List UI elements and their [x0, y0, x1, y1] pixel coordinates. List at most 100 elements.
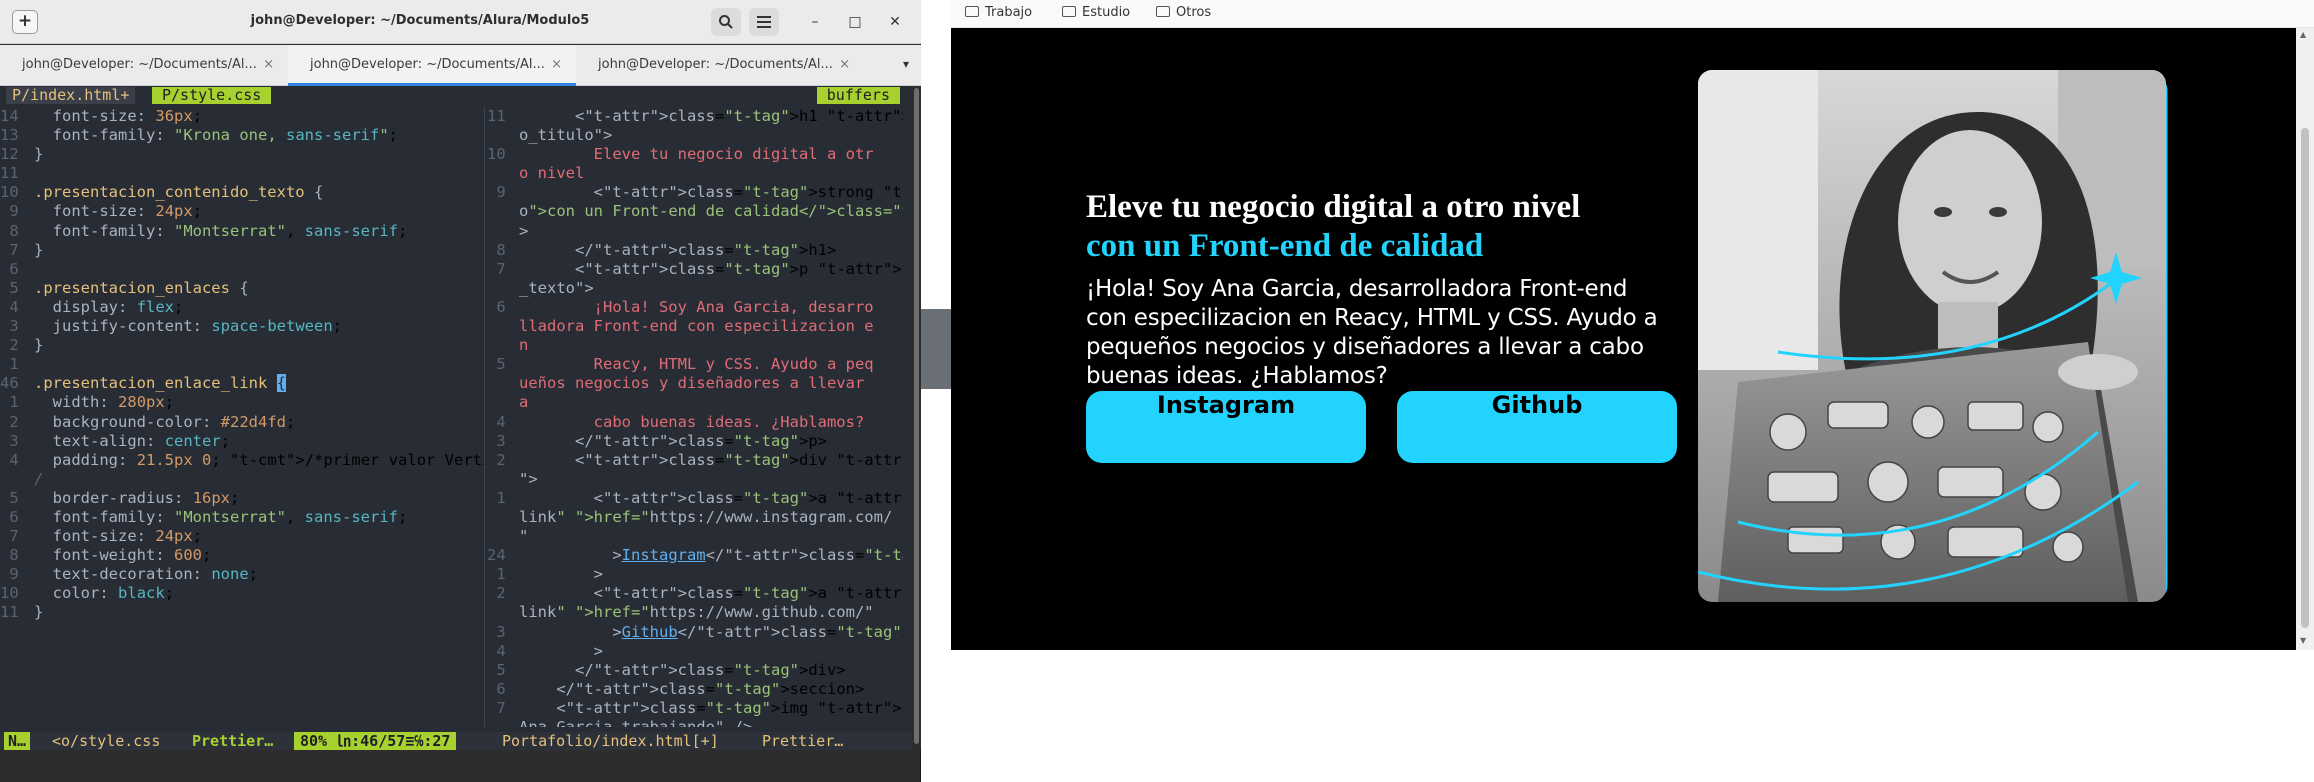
- bookmark-label: Otros: [1176, 5, 1212, 20]
- code-line: 7 <"t-attr">class="t-tag">img "t-attr">s…: [487, 698, 903, 717]
- vim-statusline: N… <o/style.css Prettier… 80% ㏑:46/57≡℅:…: [0, 732, 912, 750]
- code-line: 5 .presentacion_enlaces {: [0, 278, 249, 297]
- terminal-window: + john@Developer: ~/Documents/Alura/Modu…: [0, 0, 921, 782]
- code-line: 8 font-weight: 600;: [0, 546, 212, 565]
- code-line: 6 </"t-attr">class="t-tag">seccion>: [487, 679, 865, 698]
- vim-tab-style[interactable]: P/style.css: [152, 87, 272, 104]
- code-line: ueños negocios y diseñadores a llevar: [519, 374, 865, 393]
- code-line: 12}: [0, 145, 44, 164]
- folder-icon: [1156, 6, 1170, 17]
- desktop-gap: [921, 0, 951, 782]
- code-line: /: [34, 469, 44, 488]
- bookmark-folder-estudio[interactable]: Estudio: [1062, 2, 1130, 24]
- terminal-tab-1[interactable]: john@Developer: ~/Documents/Al... ×: [0, 45, 288, 85]
- code-line: 4 cabo buenas ideas. ¿Hablamos?: [487, 412, 865, 431]
- bookmarks-bar: Trabajo Estudio Otros: [951, 0, 2314, 28]
- code-line: 1 <"t-attr">class="t-tag">a "t-attr">cla…: [487, 488, 903, 507]
- folder-icon: [965, 6, 979, 17]
- terminal-tab-2[interactable]: john@Developer: ~/Documents/Al... ×: [288, 45, 576, 86]
- terminal-tab-label: john@Developer: ~/Documents/Al...: [310, 57, 545, 72]
- code-line: 14 font-size: 36px;: [0, 107, 203, 125]
- code-line: 6 ¡Hola! Soy Ana Garcia, desarro: [487, 297, 874, 316]
- new-tab-icon[interactable]: +: [12, 10, 38, 34]
- code-line: a: [519, 393, 529, 412]
- code-line: 1: [0, 355, 19, 374]
- code-line: 24 >Instagram</"t-attr">class="t-tag">a: [487, 546, 903, 565]
- terminal-scrollbar[interactable]: [912, 86, 921, 750]
- code-line: 6 font-family: "Montserrat", sans-serif;: [0, 507, 408, 526]
- code-line: 3 >Github</"t-attr">class="t-tag">a: [487, 622, 903, 641]
- bookmark-label: Trabajo: [985, 5, 1033, 20]
- code-line: 7 font-size: 24px;: [0, 527, 203, 546]
- code-line: >: [519, 221, 529, 240]
- vim-tabline: P/index.html+ P/style.css buffers: [0, 86, 912, 105]
- code-line: 11}: [0, 603, 44, 622]
- code-line: o">con un Front-end de calidad</">class=…: [519, 202, 903, 221]
- code-line: 5 border-radius: 16px;: [0, 488, 240, 507]
- code-line: 9 text-decoration: none;: [0, 565, 259, 584]
- search-icon[interactable]: [711, 8, 741, 36]
- code-line: 7}: [0, 240, 44, 259]
- bookmark-label: Estudio: [1082, 5, 1131, 20]
- scroll-down-icon[interactable]: ▼: [2300, 636, 2306, 645]
- window-resize-handle[interactable]: [921, 309, 951, 389]
- code-line: 10 color: black;: [0, 584, 175, 603]
- minimize-icon[interactable]: –: [803, 10, 827, 34]
- vim-pane-style-css[interactable]: 14 font-size: 36px; 13 font-family: "Kron…: [0, 107, 485, 727]
- code-line: 4 padding: 21.5px 0; "t-cmt">/*primer va…: [0, 450, 484, 469]
- scrollbar-thumb[interactable]: [914, 88, 919, 744]
- code-line: 8 font-family: "Montserrat", sans-serif;: [0, 221, 408, 240]
- scroll-up-icon[interactable]: ▲: [2300, 30, 2306, 39]
- code-line: 7 <"t-attr">class="t-tag">p "t-attr">cla…: [487, 259, 903, 278]
- presentation-text: ¡Hola! Soy Ana Garcia, desarrolladora Fr…: [1086, 276, 1658, 389]
- tab-close-icon[interactable]: ×: [839, 45, 850, 85]
- code-line: 2 background-color: #22d4fd;: [0, 412, 296, 431]
- code-line: 2 <"t-attr">class="t-tag">a "t-attr">cla…: [487, 584, 903, 603]
- close-window-icon[interactable]: ✕: [883, 10, 907, 34]
- tab-close-icon[interactable]: ×: [551, 45, 562, 85]
- code-line: 2}: [0, 336, 44, 355]
- code-line: link" ">href="https://www.github.com/": [519, 603, 874, 622]
- code-line: 10 Eleve tu negocio digital a otr: [487, 145, 874, 164]
- code-line: 4 display: flex;: [0, 297, 184, 316]
- browser-scrollbar[interactable]: ▲ ▼: [2296, 28, 2314, 650]
- code-line: ">: [519, 469, 538, 488]
- presentation-title: Eleve tu negocio digital a otro nivel: [1086, 189, 1581, 225]
- vim-status-position: 80% ㏑:46/57≡℅:27: [294, 732, 457, 750]
- code-line: 1 >: [487, 565, 603, 584]
- code-line: 11: [0, 164, 19, 183]
- vim-tab-index[interactable]: P/index.html+: [6, 87, 136, 104]
- portfolio-page: Eleve tu negocio digital a otro nivel co…: [951, 28, 2296, 650]
- terminal-tab-3[interactable]: john@Developer: ~/Documents/Al... ×: [576, 45, 864, 85]
- code-line: 9 font-size: 24px;: [0, 202, 203, 221]
- terminal-tab-label: john@Developer: ~/Documents/Al...: [598, 57, 833, 72]
- vim-status-formatter: Prettier…: [192, 732, 274, 750]
- code-line: 4 >: [487, 641, 603, 660]
- code-line: ": [519, 527, 529, 546]
- code-line: 1 width: 280px;: [0, 393, 175, 412]
- hamburger-menu-icon[interactable]: [749, 8, 779, 36]
- code-line: 3 justify-content: space-between;: [0, 317, 343, 336]
- code-line: 46 .presentacion_enlace_link {: [0, 374, 286, 393]
- code-line: o nivel: [519, 164, 585, 183]
- vim-status-formatter-right: Prettier…: [762, 732, 844, 750]
- tab-list-dropdown-icon[interactable]: ▾: [903, 57, 909, 71]
- code-line: o_titulo">: [519, 126, 613, 145]
- maximize-icon[interactable]: □: [843, 10, 867, 34]
- tab-close-icon[interactable]: ×: [263, 45, 274, 85]
- bookmark-folder-otros[interactable]: Otros: [1156, 2, 1211, 24]
- vim-status-file-right: Portafolio/index.html[+]: [502, 732, 719, 750]
- code-line: 8 </"t-attr">class="t-tag">h1>: [487, 240, 837, 259]
- instagram-link-button[interactable]: Instagram: [1086, 391, 1366, 463]
- folder-icon: [1062, 6, 1076, 17]
- code-line: Ana Garcia trabajando" />: [519, 718, 753, 727]
- code-line: 10 .presentacion_contenido_texto {: [0, 183, 324, 202]
- vim-editor[interactable]: P/index.html+ P/style.css buffers 14 fon…: [0, 86, 912, 750]
- terminal-window-title: john@Developer: ~/Documents/Alura/Modulo…: [250, 13, 590, 28]
- bookmark-folder-trabajo[interactable]: Trabajo: [965, 2, 1032, 24]
- scrollbar-thumb[interactable]: [2301, 128, 2309, 628]
- vim-pane-index-html[interactable]: 11 <"t-attr">class="t-tag">h1 "t-attr">c…: [487, 107, 903, 727]
- code-line: 13 font-family: "Krona one, sans-serif";: [0, 126, 399, 145]
- page-below-fold: [951, 650, 2314, 782]
- github-link-button[interactable]: Github: [1397, 391, 1677, 463]
